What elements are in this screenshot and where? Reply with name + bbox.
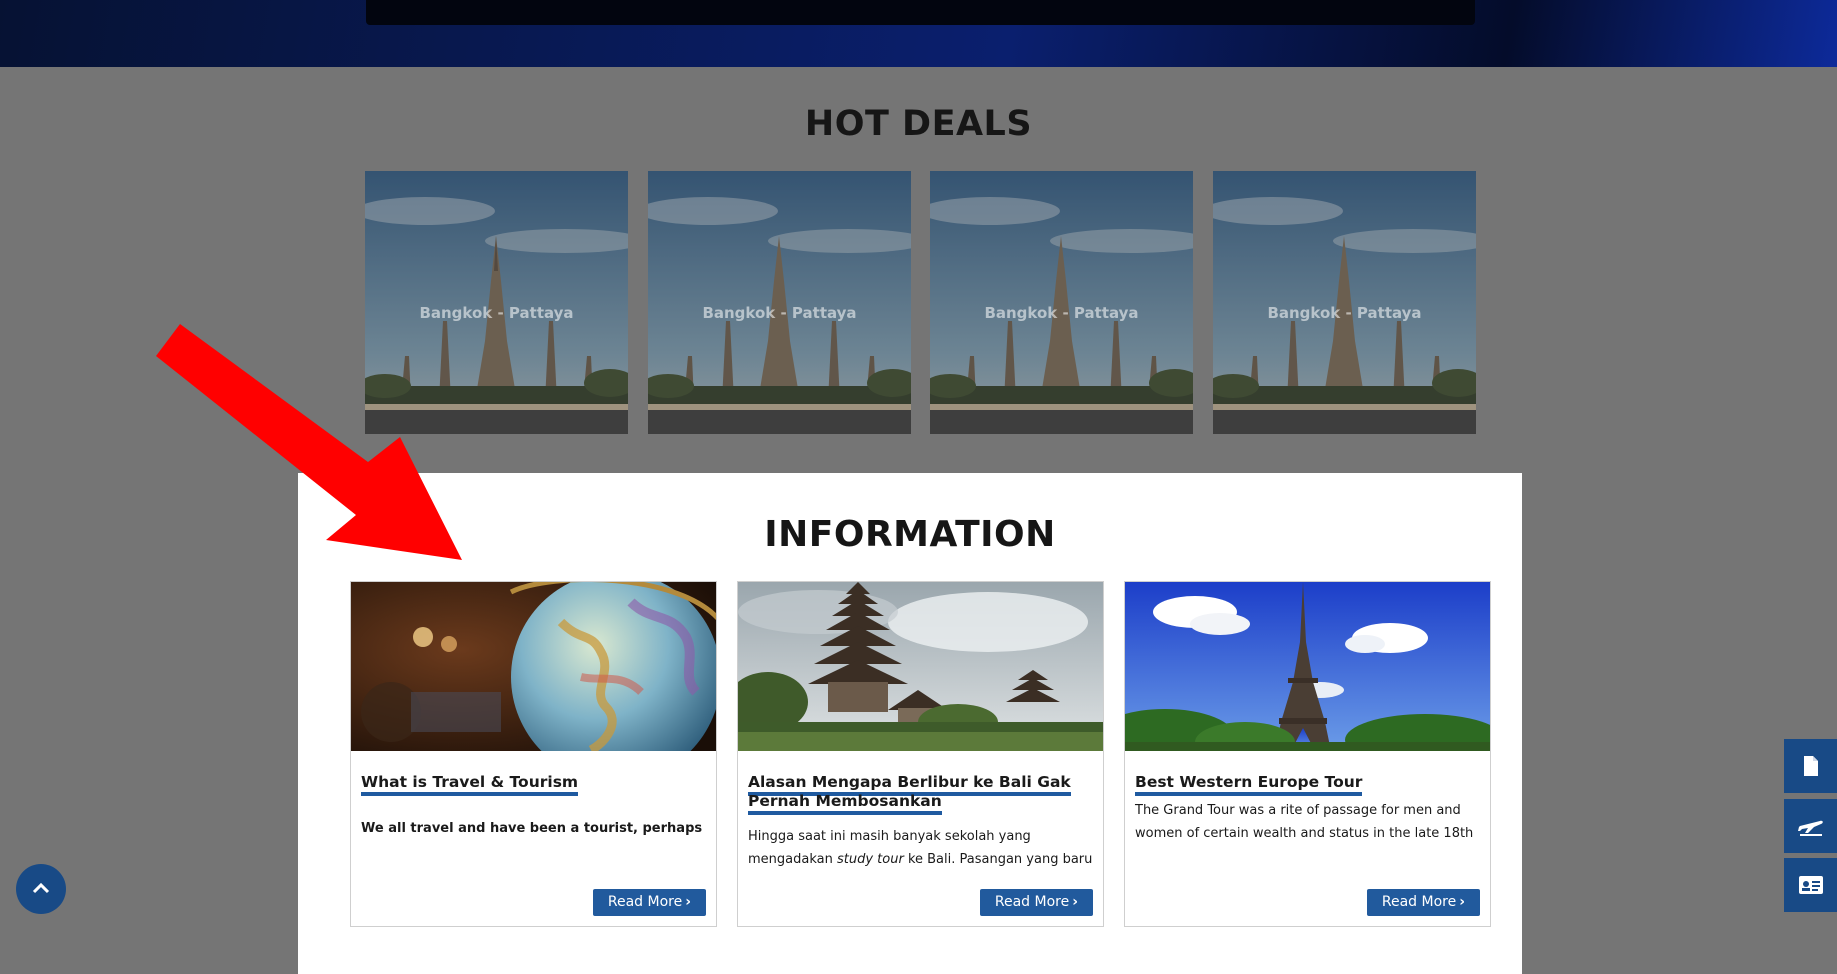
- read-more-button[interactable]: Read More ›: [592, 889, 706, 916]
- deal-caption: Bangkok - Pattaya: [702, 304, 857, 322]
- info-card: Best Western Europe Tour The Grand Tour …: [1124, 581, 1491, 927]
- card-title[interactable]: Best Western Europe Tour: [1135, 773, 1480, 796]
- bali-temple-image[interactable]: [738, 582, 1103, 751]
- information-title: INFORMATION: [764, 514, 1056, 555]
- back-to-top-button[interactable]: [16, 864, 66, 914]
- info-card: What is Travel & Tourism We all travel a…: [350, 581, 717, 927]
- card-excerpt: The Grand Tour was a rite of passage for…: [1135, 803, 1474, 841]
- banner-slider-edge: [366, 0, 1475, 25]
- chevron-right-icon: ›: [1072, 894, 1078, 910]
- info-card: Alasan Mengapa Berlibur ke Bali Gak Pern…: [737, 581, 1104, 927]
- card-excerpt: Hingga saat ini masih banyak sekolah yan…: [748, 829, 1093, 867]
- document-icon: [1803, 756, 1818, 776]
- top-banner: [0, 0, 1837, 67]
- chevron-right-icon: ›: [1459, 894, 1465, 910]
- deal-caption: Bangkok - Pattaya: [984, 304, 1139, 322]
- hot-deals-title: HOT DEALS: [804, 104, 1033, 144]
- card-title[interactable]: Alasan Mengapa Berlibur ke Bali Gak Pern…: [748, 773, 1093, 815]
- deal-overlay: [365, 171, 628, 434]
- card-excerpt: We all travel and have been a tourist, p…: [361, 821, 703, 836]
- id-card-icon: [1798, 876, 1823, 894]
- deal-caption: Bangkok - Pattaya: [1267, 304, 1422, 322]
- deal-overlay: [648, 171, 911, 434]
- side-tab-contact[interactable]: [1784, 858, 1837, 912]
- deal-overlay: [1213, 171, 1476, 434]
- read-more-button[interactable]: Read More ›: [979, 889, 1093, 916]
- chevron-right-icon: ›: [685, 894, 691, 910]
- chevron-up-icon: [32, 882, 50, 894]
- deal-card[interactable]: Bangkok - Pattaya: [930, 171, 1193, 434]
- side-tab-documents[interactable]: [1784, 739, 1837, 793]
- deal-card[interactable]: Bangkok - Pattaya: [648, 171, 911, 434]
- eiffel-tower-image[interactable]: [1125, 582, 1490, 751]
- read-more-button[interactable]: Read More ›: [1366, 889, 1480, 916]
- flight-icon: [1797, 820, 1823, 836]
- deal-caption: Bangkok - Pattaya: [419, 304, 574, 322]
- deal-overlay: [930, 171, 1193, 434]
- deal-card[interactable]: Bangkok - Pattaya: [1213, 171, 1476, 434]
- card-title[interactable]: What is Travel & Tourism: [361, 773, 706, 796]
- globe-image[interactable]: [351, 582, 716, 751]
- information-panel: INFORMATION What is Travel & Tourism We …: [298, 473, 1522, 974]
- side-tab-flights[interactable]: [1784, 799, 1837, 853]
- deal-card[interactable]: Bangkok - Pattaya: [365, 171, 628, 434]
